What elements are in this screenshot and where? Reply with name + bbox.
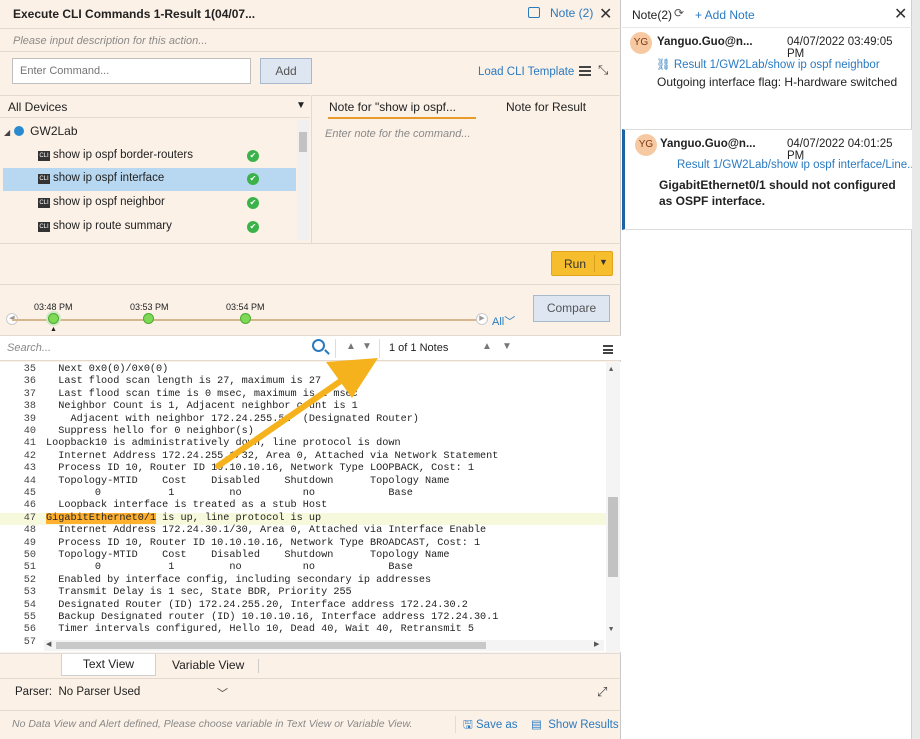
arrow-head — [326, 358, 378, 398]
arrow-shaft — [215, 375, 348, 469]
annotation-arrow — [215, 358, 378, 469]
